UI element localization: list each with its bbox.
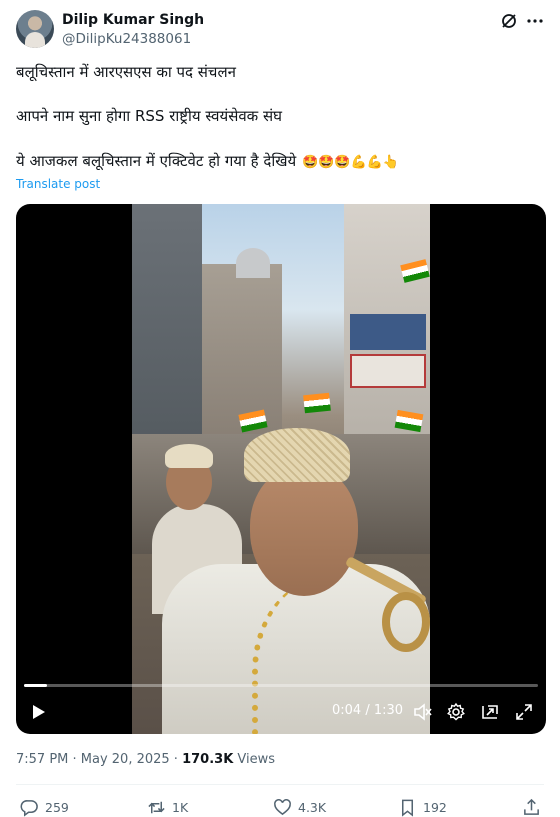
video-frame bbox=[132, 204, 430, 734]
play-icon[interactable] bbox=[28, 702, 48, 722]
like-button[interactable]: 4.3K bbox=[273, 797, 326, 817]
fullscreen-icon[interactable] bbox=[514, 702, 534, 722]
author-handle[interactable]: @DilipKu24388061 bbox=[62, 31, 191, 47]
frame-trumpeter-cap bbox=[244, 428, 350, 482]
repost-count: 1K bbox=[172, 799, 189, 815]
settings-icon[interactable] bbox=[446, 702, 466, 722]
reply-icon bbox=[20, 799, 38, 817]
video-progress-bar[interactable] bbox=[24, 684, 538, 687]
video-time: 0:04 / 1:30 bbox=[332, 703, 404, 718]
post-line-2: आपने नाम सुना होगा RSS राष्ट्रीय स्वयंसे… bbox=[16, 107, 282, 125]
divider bbox=[16, 784, 544, 785]
pip-icon[interactable] bbox=[480, 702, 500, 722]
post-timestamp[interactable]: 7:57 PM · May 20, 2025 · bbox=[16, 752, 182, 767]
repost-button[interactable]: 1K bbox=[147, 797, 188, 817]
frame-trumpeter-face bbox=[250, 466, 358, 596]
share-button[interactable] bbox=[522, 797, 547, 817]
more-icon[interactable] bbox=[526, 12, 544, 30]
bookmark-button[interactable]: 192 bbox=[398, 797, 447, 817]
frame-flag bbox=[303, 392, 331, 414]
frame-trumpet-bell bbox=[382, 592, 430, 652]
reply-button[interactable]: 259 bbox=[20, 797, 69, 817]
bookmark-icon bbox=[401, 799, 414, 817]
post-meta: 7:57 PM · May 20, 2025 · 170.3K Views bbox=[16, 752, 275, 767]
author-name[interactable]: Dilip Kumar Singh bbox=[62, 12, 204, 28]
frame-sign-white bbox=[350, 354, 426, 388]
retweet-icon bbox=[148, 801, 165, 813]
frame-sign-blue bbox=[350, 314, 426, 350]
share-icon bbox=[524, 798, 539, 815]
post-line-3-text: ये आजकल बलूचिस्तान में एक्टिवेट हो गया ह… bbox=[16, 152, 297, 170]
bookmark-count: 192 bbox=[423, 799, 447, 815]
video-player[interactable]: 0:04 / 1:30 bbox=[16, 204, 546, 734]
views-label: Views bbox=[233, 752, 276, 767]
frame-dome bbox=[236, 248, 270, 278]
post-header: Dilip Kumar Singh @DilipKu24388061 bbox=[16, 10, 544, 52]
post-line-3: ये आजकल बलूचिस्तान में एक्टिवेट हो गया ह… bbox=[16, 151, 399, 173]
video-progress-fill bbox=[24, 684, 47, 687]
like-count: 4.3K bbox=[298, 799, 327, 815]
translate-link[interactable]: Translate post bbox=[16, 177, 100, 191]
like-icon bbox=[274, 798, 291, 815]
frame-bandsman-cap bbox=[165, 444, 213, 468]
post-line-1: बलूचिस्तान में आरएसएस का पद संचलन bbox=[16, 63, 236, 81]
action-bar: 259 1K 4.3K 192 bbox=[16, 797, 544, 817]
mute-icon[interactable] bbox=[412, 702, 432, 722]
emoji-row: 🤩🤩🤩💪💪👆 bbox=[301, 155, 400, 170]
grok-icon[interactable] bbox=[500, 12, 518, 30]
views-count: 170.3K bbox=[182, 752, 234, 767]
avatar[interactable] bbox=[16, 10, 54, 48]
reply-count: 259 bbox=[45, 799, 69, 815]
